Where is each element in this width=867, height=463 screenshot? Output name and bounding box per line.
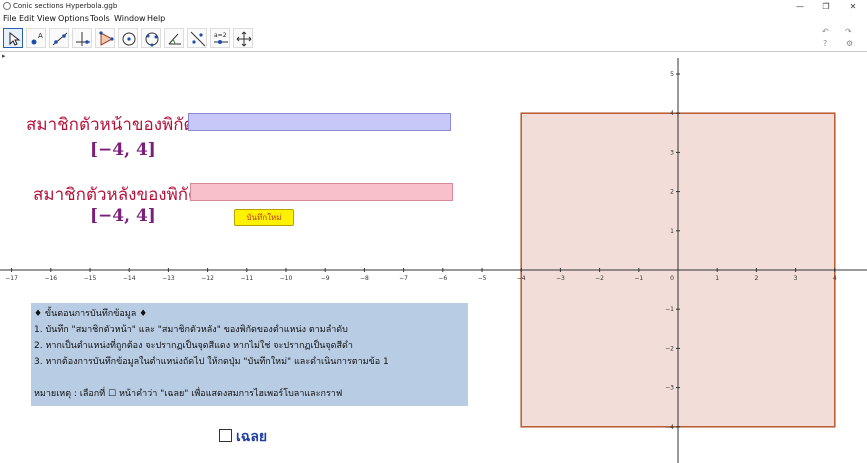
slider1-label: สมาชิกตัวหน้าของพิกัด xyxy=(26,115,195,135)
reflect-line-icon xyxy=(190,31,206,47)
move-tool-button[interactable] xyxy=(3,28,23,48)
x-tick-label: −6 xyxy=(438,275,447,282)
undo-icon[interactable]: ↶ xyxy=(822,27,829,36)
slider-icon: a=2 xyxy=(214,32,228,44)
slider2-label: สมาชิกตัวหลังของพิกัด xyxy=(33,185,200,205)
x-tick-label: 2 xyxy=(754,275,758,282)
menu-view[interactable]: View xyxy=(37,14,56,23)
x-tick-label: −7 xyxy=(399,275,408,282)
answer-checkbox-label: เฉลย xyxy=(236,429,268,445)
point-tool-button[interactable]: A xyxy=(26,28,46,48)
y-tick-label: 2 xyxy=(670,189,674,196)
minimize-button[interactable]: — xyxy=(787,0,813,13)
angle-tool-button[interactable] xyxy=(164,28,184,48)
x-tick-label: −2 xyxy=(595,275,604,282)
x-tick-label: 0 xyxy=(670,275,674,282)
checkbox-icon[interactable] xyxy=(219,429,232,442)
x-tick-label: −4 xyxy=(517,275,526,282)
y-tick-label: −2 xyxy=(665,345,674,352)
x-tick-label: −1 xyxy=(634,275,643,282)
x-tick-label: 1 xyxy=(715,275,719,282)
x-tick-label: −16 xyxy=(44,275,57,282)
menu-edit[interactable]: Edit xyxy=(19,14,35,23)
x-tick-label: −9 xyxy=(321,275,330,282)
menu-bar: File Edit View Options Tools Window Help xyxy=(0,13,867,25)
instructions-step-2: 2. หากเป็นตำแหน่งที่ถูกต้อง จะปรากฏเป็นจ… xyxy=(34,341,353,351)
x-tick-label: 3 xyxy=(794,275,798,282)
instructions-step-3: 3. หากต้องการบันทึกข้อมูลในตำแหน่งถัดไป … xyxy=(34,357,389,367)
x-tick-label: −11 xyxy=(240,275,253,282)
x-tick-label: −14 xyxy=(123,275,136,282)
angle-icon xyxy=(168,33,181,45)
save-new-button[interactable]: บันทึกใหม่ xyxy=(234,209,294,226)
line-tool-button[interactable] xyxy=(49,28,69,48)
y-tick-label: 3 xyxy=(670,149,674,156)
svg-text:A: A xyxy=(38,32,43,40)
y-tick-label: −1 xyxy=(665,306,674,313)
x-tick-label: −13 xyxy=(162,275,175,282)
x-tick-label: 4 xyxy=(833,275,837,282)
perpendicular-line-icon xyxy=(76,32,90,46)
conic-tool-button[interactable] xyxy=(141,28,161,48)
y-tick-label: −3 xyxy=(665,385,674,392)
circle-icon xyxy=(122,32,136,46)
geogebra-app-icon xyxy=(3,2,11,10)
line-icon xyxy=(52,32,68,46)
x-tick-label: −3 xyxy=(556,275,565,282)
window-title: Conic sections Hyperbola.ggb xyxy=(13,2,118,10)
y-tick-label: 1 xyxy=(670,228,674,235)
menu-window[interactable]: Window xyxy=(114,14,146,23)
perpendicular-tool-button[interactable] xyxy=(72,28,92,48)
answer-checkbox[interactable]: เฉลย xyxy=(219,426,267,448)
slider2-bar[interactable] xyxy=(190,183,453,201)
reflect-tool-button[interactable] xyxy=(187,28,207,48)
move-view-tool-button[interactable] xyxy=(233,28,253,48)
title-bar: Conic sections Hyperbola.ggb — ❐ ✕ xyxy=(0,0,867,13)
menu-tools[interactable]: Tools xyxy=(90,14,110,23)
menu-options[interactable]: Options xyxy=(58,14,89,23)
toolbar: A a=2 ↶ ↷ ? ⚙ xyxy=(0,25,867,52)
x-tick-label: −5 xyxy=(478,275,487,282)
circle-tool-button[interactable] xyxy=(118,28,138,48)
point-icon: A xyxy=(31,32,43,45)
y-tick-label: 4 xyxy=(670,110,674,117)
move-view-icon xyxy=(236,31,252,47)
x-tick-label: −17 xyxy=(5,275,18,282)
x-tick-label: −15 xyxy=(84,275,97,282)
menu-help[interactable]: Help xyxy=(147,14,165,23)
x-tick-label: −8 xyxy=(360,275,369,282)
help-icon[interactable]: ? xyxy=(823,39,827,48)
slider2-range: [−4, 4] xyxy=(90,206,156,226)
close-button[interactable]: ✕ xyxy=(840,0,866,13)
polygon-tool-button[interactable] xyxy=(95,28,115,48)
polygon-icon xyxy=(99,31,114,46)
slider-tool-button[interactable]: a=2 xyxy=(210,28,230,48)
y-tick-label: 5 xyxy=(670,71,674,78)
instructions-note: หมายเหตุ : เลือกที่ ☐ หน้าคำว่า "เฉลย" เ… xyxy=(34,389,343,399)
maximize-button[interactable]: ❐ xyxy=(813,0,839,13)
x-tick-label: −12 xyxy=(201,275,214,282)
x-tick-label: −10 xyxy=(280,275,293,282)
menu-file[interactable]: File xyxy=(3,14,16,23)
y-tick-label: −4 xyxy=(665,424,674,431)
settings-gear-icon[interactable]: ⚙ xyxy=(846,39,853,48)
redo-icon[interactable]: ↷ xyxy=(845,27,852,36)
instructions-box: ♦ ขั้นตอนการบันทึกข้อมูล ♦ 1. บันทึก "สม… xyxy=(31,303,468,406)
circle-three-points-icon xyxy=(145,32,159,47)
graphics-view[interactable]: −17 −16 −15 −14 −13 −12 −11 −10 −9 −8 −7 −6 −5 −4 −3 −2… xyxy=(0,58,867,463)
cursor-arrow-icon xyxy=(9,31,21,46)
instructions-heading: ♦ ขั้นตอนการบันทึกข้อมูล ♦ xyxy=(34,309,148,319)
slider-tool-label: a=2 xyxy=(214,32,227,39)
instructions-step-1: 1. บันทึก "สมาชิกตัวหน้า" และ "สมาชิกตัว… xyxy=(34,325,348,335)
slider1-range: [−4, 4] xyxy=(90,140,156,160)
slider1-bar[interactable] xyxy=(188,113,451,131)
